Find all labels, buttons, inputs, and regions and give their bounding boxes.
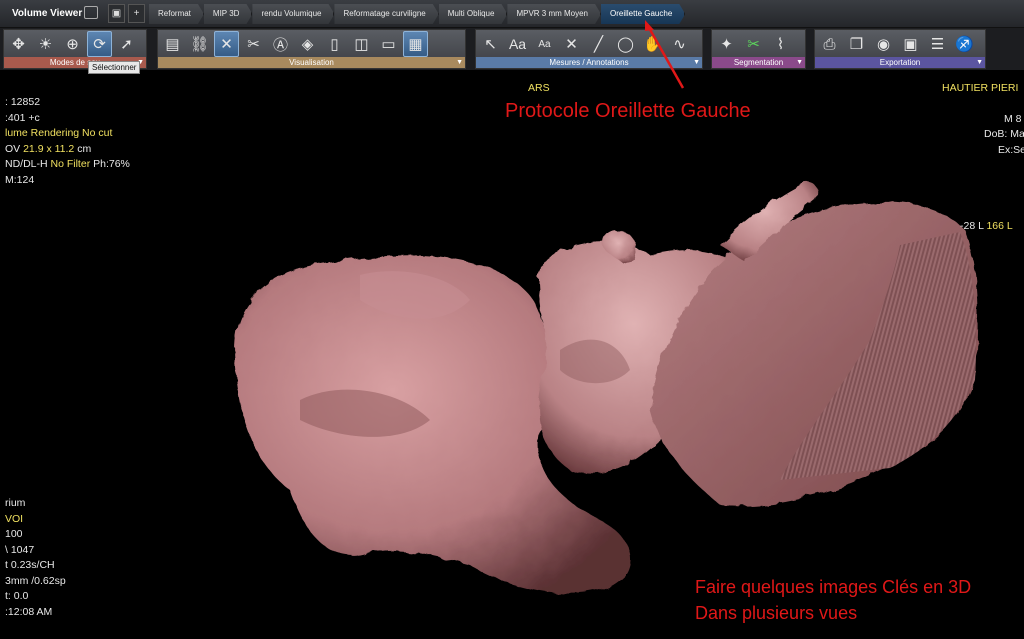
volume-viewer-window: Volume Viewer ▣ + Reformat MIP 3D rendu Vo… — [0, 0, 1024, 639]
instruction-annotation: Faire quelques images Clés en 3D Dans pl… — [695, 574, 971, 626]
instruction-line-1: Faire quelques images Clés en 3D — [695, 577, 972, 597]
annotation-arrow — [645, 20, 685, 89]
instruction-line-2: Dans plusieurs vues — [695, 603, 858, 623]
protocol-annotation: Protocole Oreillette Gauche — [505, 100, 751, 122]
